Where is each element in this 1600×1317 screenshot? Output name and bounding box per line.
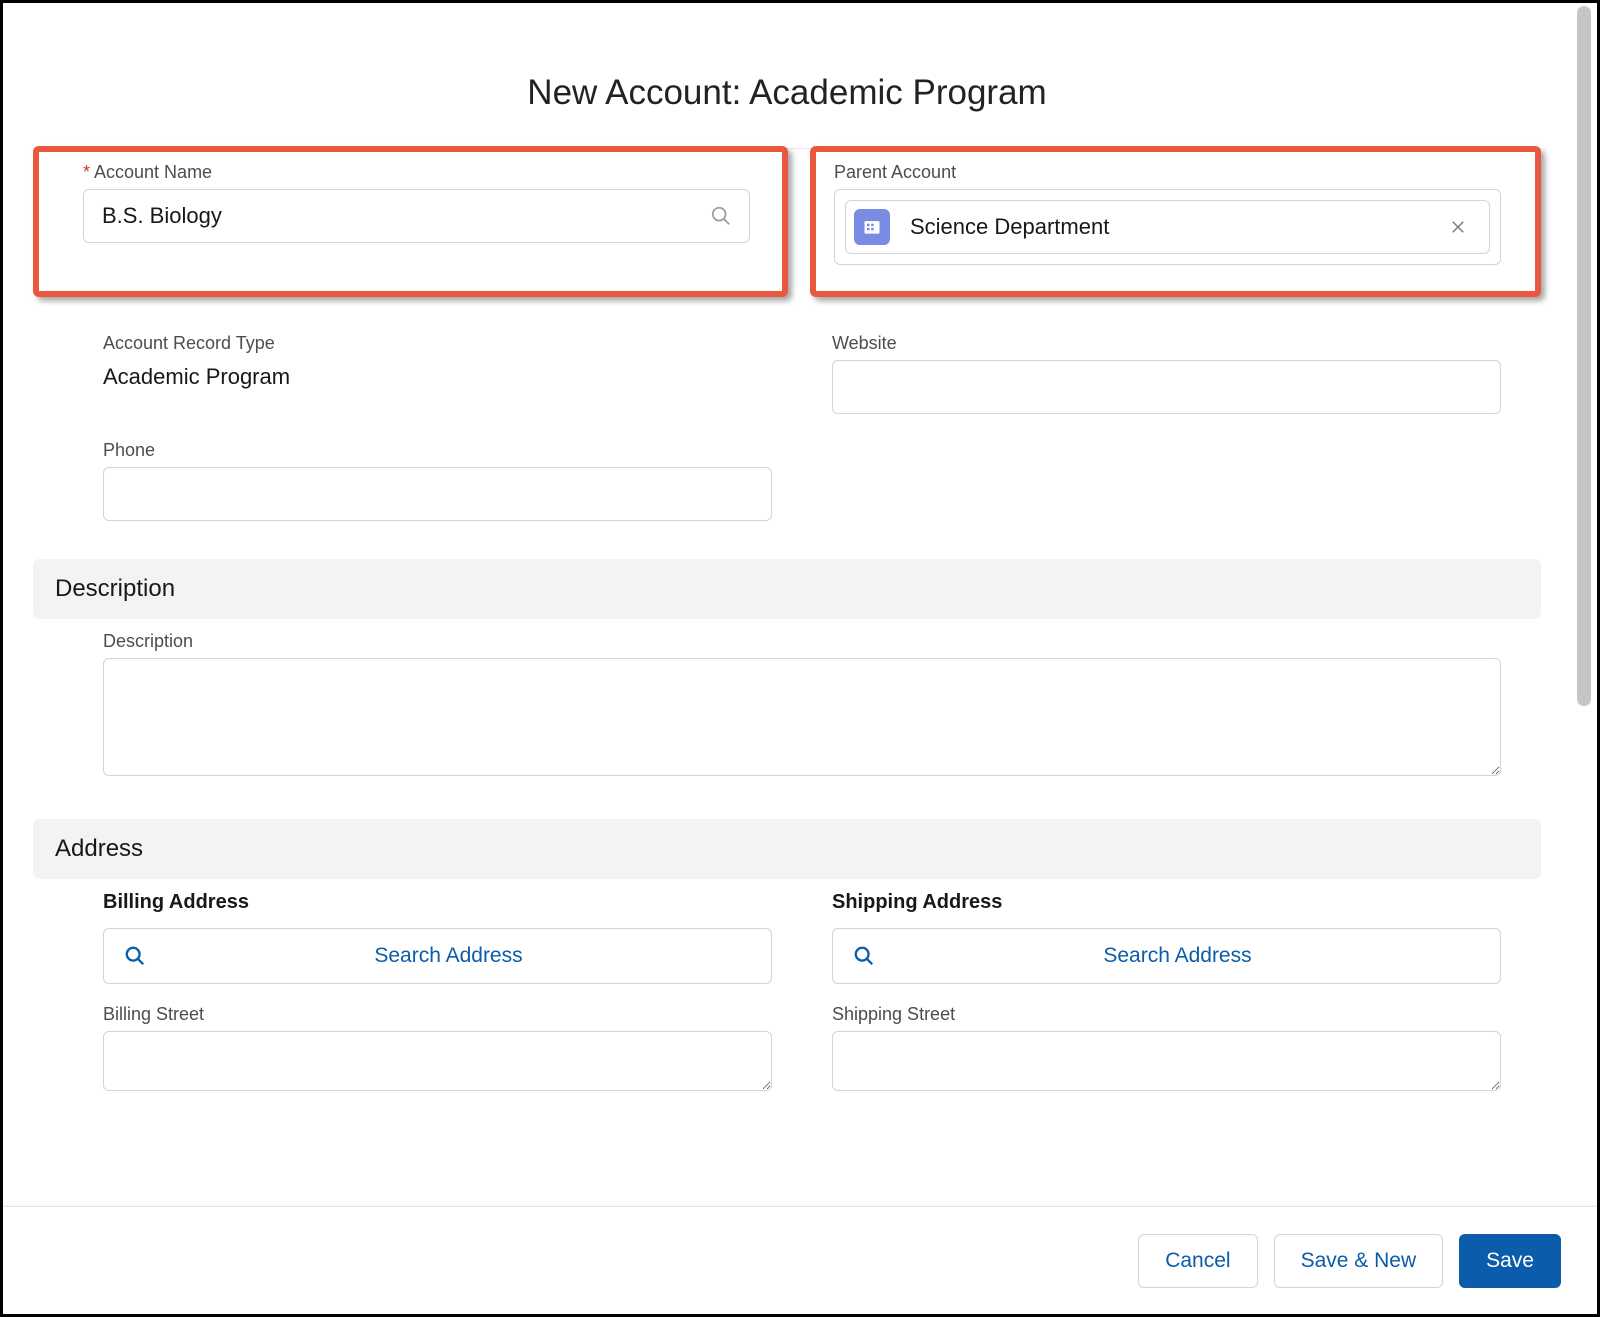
- website-label: Website: [832, 333, 1501, 354]
- modal-body: New Account: Academic Program *Account N…: [3, 3, 1571, 1314]
- description-section-header: Description: [33, 559, 1541, 619]
- account-name-label: *Account Name: [83, 162, 750, 183]
- parent-account-selected: Science Department: [910, 214, 1441, 240]
- billing-search-address-button[interactable]: Search Address: [103, 928, 772, 984]
- billing-street-input[interactable]: [103, 1031, 772, 1091]
- billing-search-address-label: Search Address: [146, 944, 751, 968]
- description-textarea[interactable]: [103, 658, 1501, 776]
- shipping-search-address-button[interactable]: Search Address: [832, 928, 1501, 984]
- search-icon: [710, 205, 732, 227]
- save-and-new-button[interactable]: Save & New: [1274, 1234, 1444, 1288]
- website-input[interactable]: [832, 360, 1501, 414]
- highlight-account-name: *Account Name: [33, 146, 788, 297]
- record-type-value: Academic Program: [103, 360, 772, 390]
- highlight-parent-account: Parent Account Science Department: [810, 146, 1541, 297]
- save-button[interactable]: Save: [1459, 1234, 1561, 1288]
- shipping-search-address-label: Search Address: [875, 944, 1480, 968]
- record-type-label: Account Record Type: [103, 333, 772, 354]
- billing-street-label: Billing Street: [103, 1004, 772, 1025]
- cancel-button[interactable]: Cancel: [1138, 1234, 1257, 1288]
- parent-account-label: Parent Account: [834, 162, 1501, 183]
- search-icon: [124, 945, 146, 967]
- address-section-header: Address: [33, 819, 1541, 879]
- modal-footer: Cancel Save & New Save: [3, 1206, 1597, 1314]
- shipping-street-label: Shipping Street: [832, 1004, 1501, 1025]
- parent-account-field[interactable]: Science Department: [834, 189, 1501, 265]
- account-name-label-text: Account Name: [94, 162, 212, 182]
- account-name-input[interactable]: [83, 189, 750, 243]
- search-icon: [853, 945, 875, 967]
- modal-title: New Account: Academic Program: [3, 73, 1571, 113]
- parent-account-pill: Science Department: [845, 200, 1490, 254]
- shipping-street-input[interactable]: [832, 1031, 1501, 1091]
- account-icon: [854, 209, 890, 245]
- required-marker: *: [83, 162, 90, 182]
- phone-input[interactable]: [103, 467, 772, 521]
- shipping-address-heading: Shipping Address: [832, 891, 1501, 914]
- close-icon[interactable]: [1441, 214, 1475, 240]
- phone-label: Phone: [103, 440, 772, 461]
- billing-address-heading: Billing Address: [103, 891, 772, 914]
- scrollbar-thumb[interactable]: [1577, 6, 1591, 706]
- description-label: Description: [103, 631, 1501, 652]
- scrollbar[interactable]: [1574, 6, 1594, 1196]
